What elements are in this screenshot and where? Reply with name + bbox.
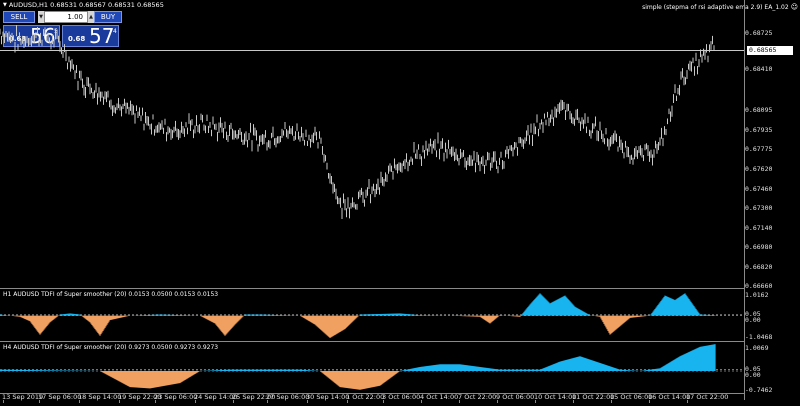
time-tick [119,400,120,403]
indicator1-chart[interactable] [0,289,745,341]
time-label: 7 Oct 22:00 [458,393,497,401]
time-label: 27 Sep 06:00 [266,393,310,401]
time-label: 10 Oct 14:00 [534,393,577,401]
price-tick: 0.67620 [745,165,773,173]
indicator1-tick: 1.0162 [745,291,769,299]
time-label: 30 Sep 14:00 [306,393,350,401]
time-tick [535,400,536,403]
indicator1-tick: -1.0468 [745,333,773,341]
time-tick [347,400,348,403]
indicator2-tick: 0.00 [745,371,761,379]
time-label: 17 Oct 22:00 [686,393,729,401]
time-tick [233,400,234,403]
time-tick [155,400,156,403]
price-tick: 0.68410 [745,65,773,73]
time-tick [497,400,498,403]
indicator2-tick: 1.0069 [745,344,769,352]
time-label: 23 Sep 06:00 [154,393,198,401]
price-tick: 0.67460 [745,185,773,193]
current-price-label: 0.68565 [747,46,793,55]
time-label: 3 Oct 06:00 [382,393,421,401]
time-tick [459,400,460,403]
time-tick [195,400,196,403]
price-tick: 0.66820 [745,263,773,271]
time-tick [3,400,4,403]
smiley-icon: ☺ [790,3,798,11]
time-label: 1 Oct 22:00 [346,393,385,401]
indicator1-tick: 0.00 [745,316,761,324]
time-tick [79,400,80,403]
time-tick [649,400,650,403]
price-tick: 0.68725 [745,29,773,37]
time-label: 18 Sep 14:00 [78,393,122,401]
price-tick: 0.67300 [745,204,773,212]
indicator2-tick: -0.7462 [745,386,773,394]
price-tick: 0.68095 [745,106,773,114]
price-tick: 0.66660 [745,282,773,290]
price-chart[interactable] [0,0,745,288]
time-label: 16 Oct 14:00 [648,393,691,401]
time-tick [307,400,308,403]
time-tick [573,400,574,403]
time-tick [687,400,688,403]
time-tick [383,400,384,403]
indicator2-chart[interactable] [0,342,745,393]
time-tick [421,400,422,403]
time-label: 9 Oct 06:00 [496,393,535,401]
time-label: 11 Oct 22:00 [572,393,615,401]
time-label: 4 Oct 14:00 [420,393,459,401]
current-price-line [0,50,745,51]
time-label: 24 Sep 14:00 [194,393,238,401]
price-tick: 0.67775 [745,145,773,153]
time-label: 17 Sep 06:00 [38,393,82,401]
time-tick [611,400,612,403]
time-tick [267,400,268,403]
price-tick: 0.67935 [745,126,773,134]
time-label: 15 Oct 06:00 [610,393,653,401]
price-tick: 0.66980 [745,243,773,251]
price-tick: 0.67140 [745,224,773,232]
time-tick [39,400,40,403]
price-axis-line [744,0,745,400]
